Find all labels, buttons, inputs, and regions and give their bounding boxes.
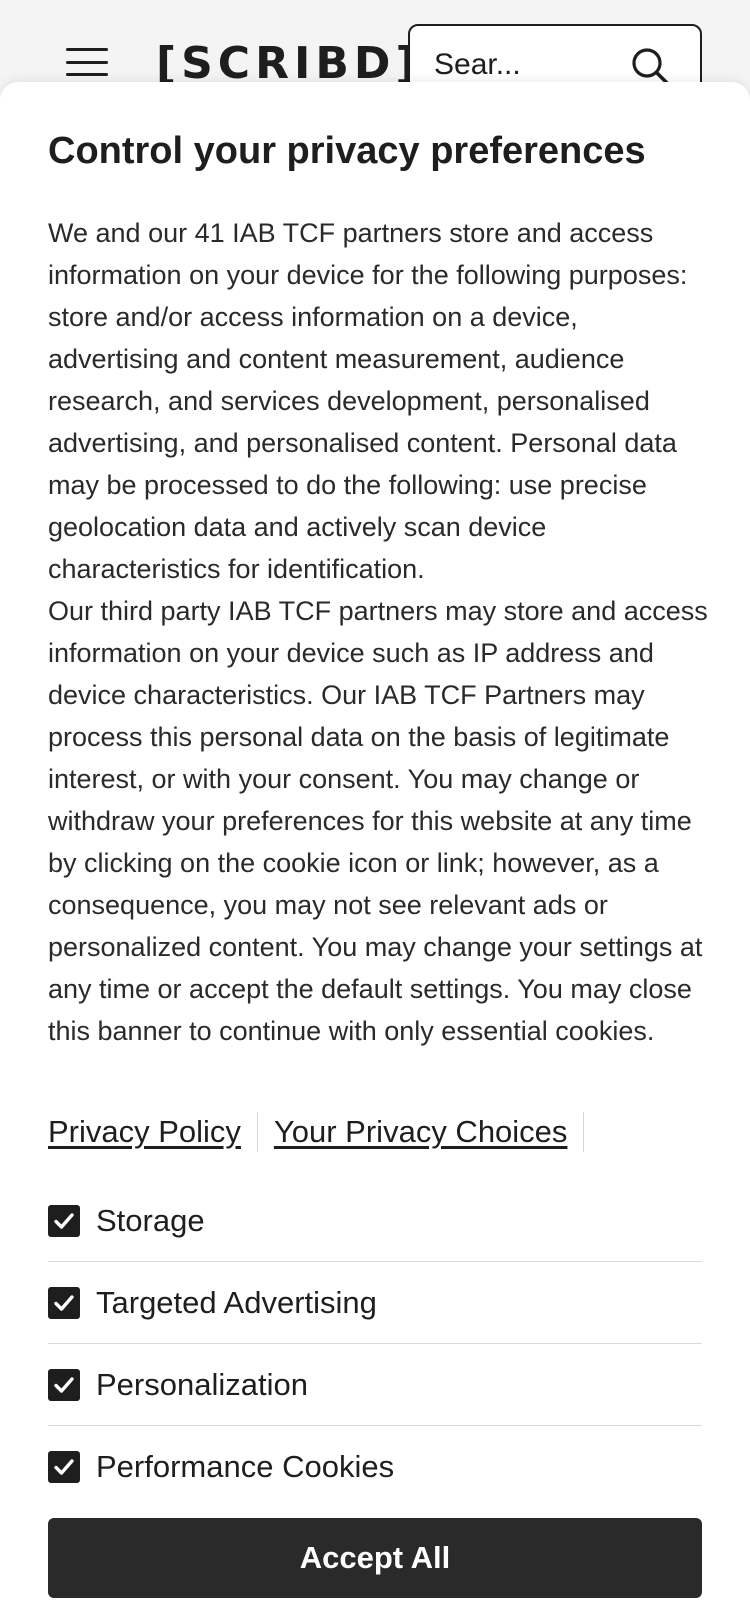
checkbox-checked-icon[interactable]	[48, 1286, 80, 1319]
option-storage[interactable]: Storage	[48, 1180, 702, 1262]
option-performance-cookies[interactable]: Performance Cookies	[48, 1426, 702, 1508]
link-divider	[256, 1112, 258, 1152]
consent-paragraph: We and our 41 IAB TCF partners store and…	[48, 218, 688, 584]
accept-all-button[interactable]: Accept All	[48, 1518, 702, 1598]
modal-title: Control your privacy preferences	[48, 130, 646, 172]
option-label: Personalization	[96, 1366, 308, 1402]
link-divider	[583, 1112, 585, 1152]
search-icon[interactable]	[630, 46, 670, 86]
checkbox-checked-icon[interactable]	[48, 1368, 80, 1401]
option-personalization[interactable]: Personalization	[48, 1344, 702, 1426]
checkbox-checked-icon[interactable]	[48, 1451, 80, 1483]
option-label: Performance Cookies	[96, 1449, 395, 1484]
hamburger-menu-icon[interactable]	[66, 48, 108, 76]
consent-description: We and our 41 IAB TCF partners store and…	[48, 212, 708, 1052]
privacy-choices-link[interactable]: Your Privacy Choices	[274, 1114, 568, 1150]
checkbox-checked-icon[interactable]	[48, 1204, 80, 1237]
option-targeted-advertising[interactable]: Targeted Advertising	[48, 1262, 702, 1344]
option-label: Storage	[96, 1202, 205, 1238]
consent-paragraph: Our third party IAB TCF partners may sto…	[48, 596, 708, 1046]
privacy-policy-link[interactable]: Privacy Policy	[48, 1114, 241, 1150]
option-label: Targeted Advertising	[96, 1284, 377, 1320]
search-input[interactable]	[434, 48, 604, 82]
privacy-consent-modal: Control your privacy preferences We and …	[0, 82, 750, 1624]
policy-links: Privacy Policy Your Privacy Choices	[48, 1112, 600, 1152]
consent-options-list: Storage Targeted Advertising Personaliza…	[48, 1180, 702, 1508]
